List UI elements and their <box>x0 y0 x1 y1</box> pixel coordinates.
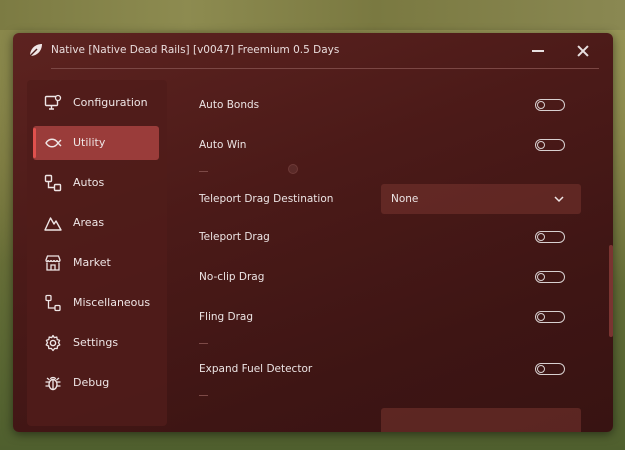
section-separator <box>199 395 208 396</box>
sidebar-item-label: Utility <box>73 136 106 149</box>
expand-fuel-detector-label: Expand Fuel Detector <box>199 363 313 375</box>
sidebar-item-label: Settings <box>73 336 119 349</box>
toggle-knob <box>537 140 545 149</box>
gear-icon <box>45 334 61 352</box>
active-indicator <box>33 128 36 158</box>
sidebar-item-label: Market <box>73 256 111 269</box>
utility-panel: Auto Bonds Auto Win Teleport Drag Destin… <box>181 80 611 432</box>
teleport-drag-destination-label: Teleport Drag Destination <box>199 193 334 205</box>
section-separator <box>199 343 208 344</box>
title-bar[interactable]: Native [Native Dead Rails] [v0047] Freem… <box>13 33 613 69</box>
sidebar-item-utility[interactable]: Utility <box>33 126 159 160</box>
noclip-drag-label: No-clip Drag <box>199 271 265 283</box>
sidebar-item-label: Debug <box>73 376 110 389</box>
sidebar-item-label: Autos <box>73 176 105 189</box>
sidebar-item-debug[interactable]: Debug <box>33 366 159 400</box>
fling-drag-label: Fling Drag <box>199 311 254 323</box>
auto-bonds-toggle[interactable] <box>535 99 565 111</box>
auto-win-row: Auto Win <box>181 126 601 166</box>
noclip-drag-toggle[interactable] <box>535 271 565 283</box>
fling-drag-row: Fling Drag <box>181 298 601 338</box>
teleport-drag-destination-dropdown[interactable]: None <box>381 184 581 214</box>
leaf-logo-icon <box>29 44 42 57</box>
toggle-knob <box>537 100 545 109</box>
sidebar-item-miscellaneous[interactable]: Miscellaneous <box>33 286 159 320</box>
window-title: Native [Native Dead Rails] [v0047] Freem… <box>51 44 340 56</box>
sidebar-item-settings[interactable]: Settings <box>33 326 159 360</box>
toggle-knob <box>537 272 545 281</box>
expand-fuel-detector-toggle[interactable] <box>535 363 565 375</box>
workflow-icon <box>44 174 62 192</box>
close-button[interactable] <box>573 41 593 61</box>
scrollbar[interactable] <box>609 245 613 337</box>
monitor-settings-icon <box>44 94 62 110</box>
mountain-icon <box>44 217 62 231</box>
network-icon <box>45 294 61 312</box>
sidebar-item-label: Configuration <box>73 96 148 109</box>
sidebar-item-configuration[interactable]: Configuration <box>33 86 159 120</box>
store-icon <box>45 255 61 271</box>
auto-bonds-row: Auto Bonds <box>181 86 601 126</box>
sidebar-item-market[interactable]: Market <box>33 246 159 280</box>
fling-drag-toggle[interactable] <box>535 311 565 323</box>
fish-icon <box>45 138 62 148</box>
sidebar-item-areas[interactable]: Areas <box>33 206 159 240</box>
sidebar-item-label: Areas <box>73 216 105 229</box>
toggle-knob <box>537 312 545 321</box>
auto-win-label: Auto Win <box>199 139 247 151</box>
teleport-drag-row: Teleport Drag <box>181 218 601 258</box>
auto-win-toggle[interactable] <box>535 139 565 151</box>
toggle-knob <box>537 364 545 373</box>
section-separator <box>199 171 208 172</box>
app-window: Native [Native Dead Rails] [v0047] Freem… <box>13 33 613 432</box>
teleport-drag-toggle[interactable] <box>535 231 565 243</box>
auto-bonds-label: Auto Bonds <box>199 99 260 111</box>
teleport-drag-label: Teleport Drag <box>199 231 270 243</box>
teleport-drag-destination-row: Teleport Drag Destination None <box>181 182 601 222</box>
noclip-drag-row: No-clip Drag <box>181 258 601 298</box>
dropdown-selected-value: None <box>391 193 419 205</box>
sidebar-item-label: Miscellaneous <box>73 296 151 309</box>
chevron-down-icon <box>554 196 564 203</box>
title-divider <box>51 68 599 69</box>
background-terrain <box>0 0 625 30</box>
toggle-knob <box>537 232 545 241</box>
expand-fuel-detector-row: Expand Fuel Detector <box>181 350 601 390</box>
minimize-button[interactable] <box>527 41 549 61</box>
partial-dropdown[interactable] <box>381 408 581 432</box>
sidebar: Configuration Utility Autos Areas Market… <box>27 80 167 426</box>
bug-icon <box>45 376 61 391</box>
cursor-indicator <box>288 164 298 174</box>
sidebar-item-autos[interactable]: Autos <box>33 166 159 200</box>
